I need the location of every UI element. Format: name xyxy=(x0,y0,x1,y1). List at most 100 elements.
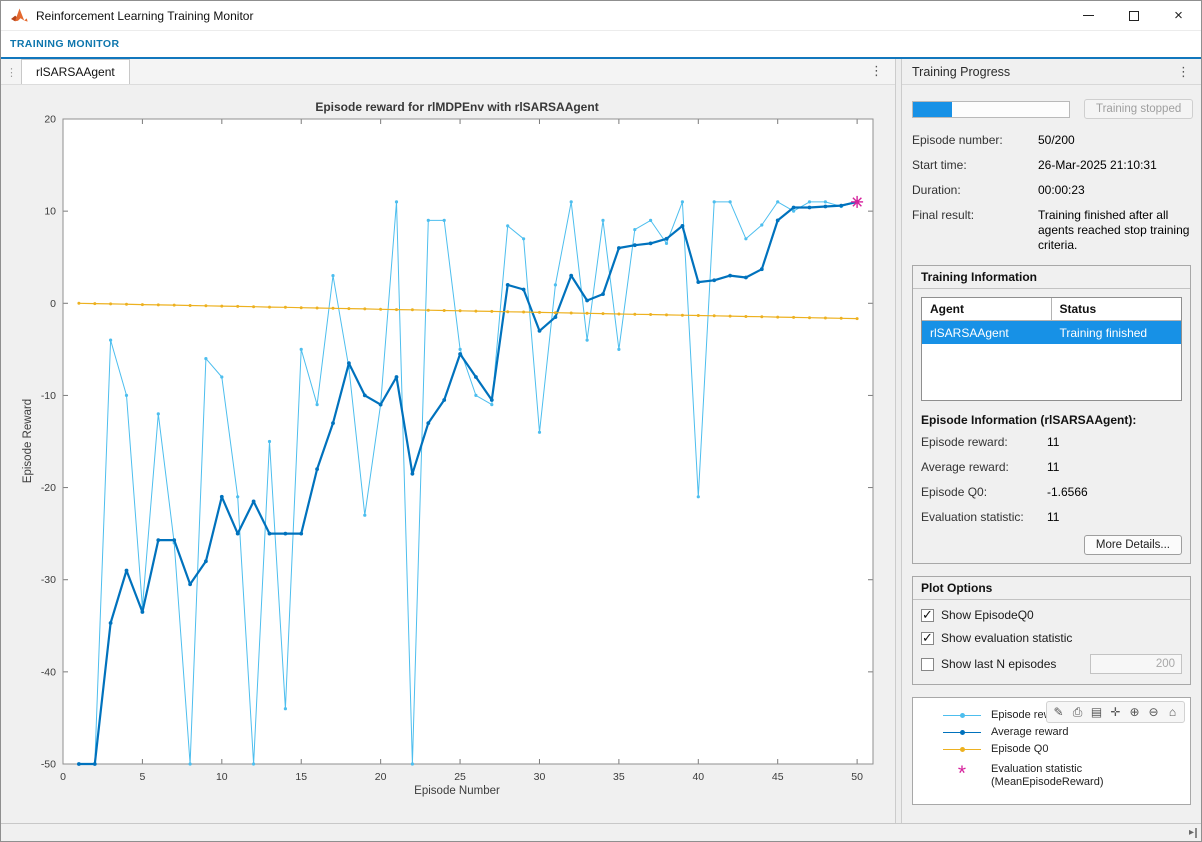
svg-text:10: 10 xyxy=(44,206,56,218)
legend-label: Average reward xyxy=(991,726,1068,739)
expand-statusbar-icon[interactable]: ▸ xyxy=(1189,828,1197,838)
show-last-n-episodes-option: Show last N episodes xyxy=(921,654,1182,674)
svg-text:10: 10 xyxy=(216,771,228,783)
field-label: Start time: xyxy=(912,158,1038,173)
svg-text:15: 15 xyxy=(295,771,307,783)
legend-line-episode-reward xyxy=(941,710,983,722)
agent-status-table: Agent Status rlSARSAAgent Training finis… xyxy=(921,297,1182,401)
table-row-rlsarsaagent[interactable]: rlSARSAAgent Training finished xyxy=(922,321,1181,344)
field-value: 11 xyxy=(1047,510,1182,525)
agent-cell: rlSARSAAgent xyxy=(922,321,1052,344)
field-label: Duration: xyxy=(912,183,1038,198)
svg-text:50: 50 xyxy=(851,771,863,783)
panel-header: Training Progress ⋮ xyxy=(902,59,1201,85)
episode-info-title: Episode Information (rlSARSAAgent): xyxy=(921,413,1182,427)
minimize-icon xyxy=(1083,15,1094,16)
document-tab-strip: ⋮ rlSARSAAgent ⋮ xyxy=(1,59,895,85)
field-label: Final result: xyxy=(912,208,1038,253)
svg-text:0: 0 xyxy=(60,771,66,783)
legend-item-average-reward: Average reward xyxy=(941,724,1190,741)
svg-text:35: 35 xyxy=(613,771,625,783)
maximize-button[interactable] xyxy=(1111,1,1156,30)
field-value: 11 xyxy=(1047,460,1182,475)
plot-options-section: Plot Options Show EpisodeQ0 Show evaluat… xyxy=(912,576,1191,685)
copy-icon[interactable]: ▤ xyxy=(1087,703,1106,721)
legend-label: Episode Q0 xyxy=(991,743,1048,756)
training-stopped-button[interactable]: Training stopped xyxy=(1084,99,1193,119)
window-controls: × xyxy=(1066,1,1201,30)
svg-text:-50: -50 xyxy=(41,759,56,771)
field-label: Episode number: xyxy=(912,133,1038,148)
legend-asterisk-evaluation-statistic: * xyxy=(941,769,983,779)
duration-field: Duration: 00:00:23 xyxy=(912,183,1191,198)
section-title: Training Information xyxy=(913,266,1190,289)
checkbox-label: Show EpisodeQ0 xyxy=(941,608,1034,622)
svg-text:0: 0 xyxy=(50,298,56,310)
progress-fields: Episode number: 50/200 Start time: 26-Ma… xyxy=(912,133,1191,253)
y-axis-label: Episode Reward xyxy=(22,399,34,483)
pan-icon[interactable]: ✛ xyxy=(1106,703,1125,721)
section-title: Plot Options xyxy=(913,577,1190,600)
svg-text:25: 25 xyxy=(454,771,466,783)
table-header-agent: Agent xyxy=(922,298,1052,320)
svg-text:-20: -20 xyxy=(41,482,56,494)
svg-text:30: 30 xyxy=(534,771,546,783)
legend-item-episode-q0: Episode Q0 xyxy=(941,741,1190,758)
drag-grip-icon[interactable]: ⋮ xyxy=(1,66,21,84)
status-bar: ▸ xyxy=(1,823,1201,841)
legend-line-average-reward xyxy=(941,727,983,739)
plot-canvas[interactable]: 05101520253035404550-50-40-30-20-1001020 xyxy=(1,85,895,823)
svg-text:5: 5 xyxy=(139,771,145,783)
home-icon[interactable]: ⌂ xyxy=(1163,703,1182,721)
svg-text:-10: -10 xyxy=(41,390,56,402)
status-cell: Training finished xyxy=(1052,321,1182,344)
doc-tab-label: rlSARSAAgent xyxy=(36,65,115,79)
evaluation-statistic-field: Evaluation statistic: 11 xyxy=(921,510,1182,525)
print-icon[interactable]: ⎙ xyxy=(1068,703,1087,721)
tab-overflow-icon[interactable]: ⋮ xyxy=(866,63,887,79)
axes-toolbar: ✎ ⎙ ▤ ✛ ⊕ ⊖ ⌂ xyxy=(1046,701,1185,723)
panel-splitter[interactable] xyxy=(895,59,902,823)
chart-area: Episode reward for rlMDPEnv with rlSARSA… xyxy=(1,85,895,823)
maximize-icon xyxy=(1129,11,1139,21)
brush-icon[interactable]: ✎ xyxy=(1049,703,1068,721)
x-axis-label: Episode Number xyxy=(41,785,873,797)
panel-title: Training Progress xyxy=(912,65,1174,79)
ribbon-tab-training-monitor[interactable]: TRAINING MONITOR xyxy=(10,38,119,50)
title-bar: Reinforcement Learning Training Monitor … xyxy=(1,1,1201,31)
checkbox-show-last-n-episodes[interactable] xyxy=(921,658,934,671)
training-information-section: Training Information Agent Status rlSARS… xyxy=(912,265,1191,564)
legend-label: Evaluation statistic (MeanEpisodeReward) xyxy=(991,763,1104,789)
legend-line-episode-q0 xyxy=(941,744,983,756)
svg-text:45: 45 xyxy=(772,771,784,783)
svg-text:20: 20 xyxy=(44,114,56,126)
zoom-in-icon[interactable]: ⊕ xyxy=(1125,703,1144,721)
more-details-button[interactable]: More Details... xyxy=(1084,535,1182,555)
final-result-field: Final result: Training finished after al… xyxy=(912,208,1191,253)
checkbox-label: Show evaluation statistic xyxy=(941,631,1072,645)
last-n-episodes-input[interactable] xyxy=(1090,654,1182,674)
progress-bar xyxy=(912,101,1070,118)
training-progress-panel: Training Progress ⋮ Training stopped Epi… xyxy=(902,59,1201,823)
close-button[interactable]: × xyxy=(1156,1,1201,30)
table-header-row: Agent Status xyxy=(922,298,1181,321)
doc-tab-rlsarsaagent[interactable]: rlSARSAAgent xyxy=(21,59,130,84)
progress-row: Training stopped xyxy=(912,99,1191,119)
panel-menu-icon[interactable]: ⋮ xyxy=(1174,64,1193,80)
minimize-button[interactable] xyxy=(1066,1,1111,30)
field-value: -1.6566 xyxy=(1047,485,1182,500)
svg-text:-30: -30 xyxy=(41,574,56,586)
field-label: Episode Q0: xyxy=(921,485,1047,500)
svg-text:40: 40 xyxy=(692,771,704,783)
show-episode-q0-option: Show EpisodeQ0 xyxy=(921,608,1182,622)
main-area: ⋮ rlSARSAAgent ⋮ Episode reward for rlMD… xyxy=(1,59,1201,823)
show-evaluation-statistic-option: Show evaluation statistic xyxy=(921,631,1182,645)
episode-q0-field: Episode Q0: -1.6566 xyxy=(921,485,1182,500)
checkbox-show-episode-q0[interactable] xyxy=(921,609,934,622)
zoom-out-icon[interactable]: ⊖ xyxy=(1144,703,1163,721)
checkbox-show-evaluation-statistic[interactable] xyxy=(921,632,934,645)
field-label: Average reward: xyxy=(921,460,1047,475)
episode-number-field: Episode number: 50/200 xyxy=(912,133,1191,148)
field-value: 26-Mar-2025 21:10:31 xyxy=(1038,158,1191,173)
legend-item-evaluation-statistic: * Evaluation statistic (MeanEpisodeRewar… xyxy=(941,763,1190,789)
